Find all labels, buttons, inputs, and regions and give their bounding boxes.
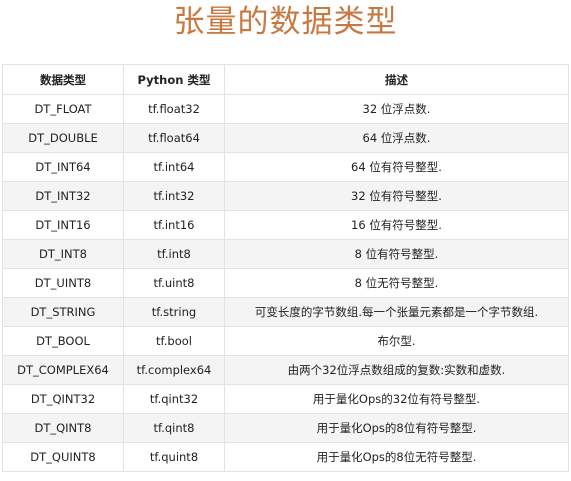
table-row: DT_STRING tf.string 可变长度的字节数组.每一个张量元素都是一个字… [2,297,569,327]
cell-python-type: tf.int8 [123,239,225,269]
table-row: DT_QUINT8 tf.quint8 用于量化Ops的8位无符号整型. [2,442,569,472]
table-header-row: 数据类型 Python 类型 描述 [2,64,569,95]
cell-python-type: tf.qint8 [123,413,225,443]
cell-python-type: tf.qint32 [123,384,225,414]
cell-data-type: DT_QINT32 [2,384,124,414]
cell-python-type: tf.int32 [123,181,225,211]
cell-description: 用于量化Ops的32位有符号整型. [224,384,569,414]
cell-description: 由两个32位浮点数组成的复数:实数和虚数. [224,355,569,385]
cell-description: 布尔型. [224,326,569,356]
cell-description: 32 位浮点数. [224,94,569,124]
cell-data-type: DT_INT16 [2,210,124,240]
header-data-type: 数据类型 [2,64,124,95]
cell-python-type: tf.quint8 [123,442,225,472]
table-row: DT_QINT8 tf.qint8 用于量化Ops的8位有符号整型. [2,413,569,443]
table-row: DT_QINT32 tf.qint32 用于量化Ops的32位有符号整型. [2,384,569,414]
cell-data-type: DT_QINT8 [2,413,124,443]
cell-description: 8 位有符号整型. [224,239,569,269]
cell-data-type: DT_QUINT8 [2,442,124,472]
table-row: DT_DOUBLE tf.float64 64 位浮点数. [2,123,569,153]
data-types-table: 数据类型 Python 类型 描述 DT_FLOAT tf.float32 32 位… [2,64,569,472]
table-row: DT_UINT8 tf.uint8 8 位无符号整型. [2,268,569,298]
table-row: DT_BOOL tf.bool 布尔型. [2,326,569,356]
cell-python-type: tf.float64 [123,123,225,153]
cell-data-type: DT_INT64 [2,152,124,182]
cell-description: 8 位无符号整型. [224,268,569,298]
page-title: 张量的数据类型 [173,4,398,40]
cell-description: 可变长度的字节数组.每一个张量元素都是一个字节数组. [224,297,569,327]
cell-data-type: DT_STRING [2,297,124,327]
table-row: DT_INT32 tf.int32 32 位有符号整型. [2,181,569,211]
cell-description: 32 位有符号整型. [224,181,569,211]
cell-description: 16 位有符号整型. [224,210,569,240]
header-python-type: Python 类型 [123,64,225,95]
cell-python-type: tf.uint8 [123,268,225,298]
table-row: DT_INT8 tf.int8 8 位有符号整型. [2,239,569,269]
cell-python-type: tf.string [123,297,225,327]
table-row: DT_INT16 tf.int16 16 位有符号整型. [2,210,569,240]
cell-data-type: DT_BOOL [2,326,124,356]
table-row: DT_FLOAT tf.float32 32 位浮点数. [2,94,569,124]
table-row: DT_COMPLEX64 tf.complex64 由两个32位浮点数组成的复数:实… [2,355,569,385]
cell-data-type: DT_COMPLEX64 [2,355,124,385]
header-description: 描述 [224,64,569,95]
table-body: DT_FLOAT tf.float32 32 位浮点数. DT_DOUBLE tf.fl… [2,94,569,472]
cell-python-type: tf.int16 [123,210,225,240]
cell-data-type: DT_INT8 [2,239,124,269]
cell-description: 用于量化Ops的8位有符号整型. [224,413,569,443]
cell-description: 用于量化Ops的8位无符号整型. [224,442,569,472]
cell-python-type: tf.bool [123,326,225,356]
cell-python-type: tf.complex64 [123,355,225,385]
cell-data-type: DT_DOUBLE [2,123,124,153]
cell-data-type: DT_INT32 [2,181,124,211]
cell-description: 64 位浮点数. [224,123,569,153]
cell-data-type: DT_FLOAT [2,94,124,124]
cell-python-type: tf.int64 [123,152,225,182]
cell-description: 64 位有符号整型. [224,152,569,182]
cell-python-type: tf.float32 [123,94,225,124]
cell-data-type: DT_UINT8 [2,268,124,298]
table-row: DT_INT64 tf.int64 64 位有符号整型. [2,152,569,182]
